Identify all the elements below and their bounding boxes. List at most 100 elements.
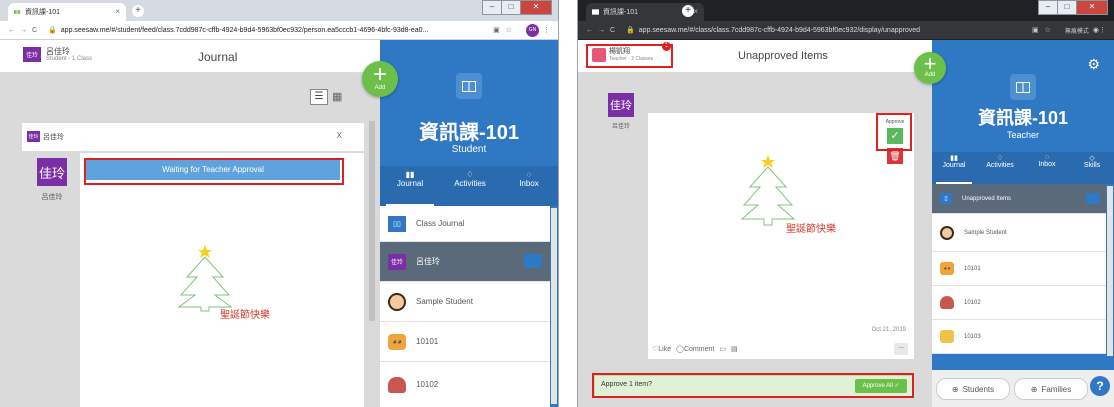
user-role: Student - 1 Class	[46, 56, 93, 62]
sidebar-item-label: Unapproved Items	[962, 195, 1012, 202]
menu-dots-icon[interactable]: ⋮	[543, 26, 550, 34]
tab-skills-label: Skills	[1083, 162, 1101, 169]
highlight-status-box	[84, 158, 344, 185]
add-button[interactable]: + Add	[362, 61, 398, 97]
sidebar-item-10101[interactable]: ◕◕ 10101	[932, 252, 1106, 286]
new-tab-icon[interactable]: +	[682, 5, 694, 17]
student-face-icon	[940, 225, 954, 240]
sidebar-item-sample-student[interactable]: Sample Student	[380, 282, 550, 322]
tab-skills[interactable]: ◇ Skills	[1070, 154, 1114, 169]
sidebar-item-label: 呂佳玲	[416, 257, 440, 266]
post-close-icon[interactable]: X	[337, 131, 342, 140]
post-author-name: 呂佳玲	[43, 134, 64, 141]
post-header: 佳玲 呂佳玲 X	[22, 123, 364, 152]
comment-icon[interactable]: ◯	[676, 345, 684, 353]
url-field[interactable]: 🔒 app.seesaw.me/#/student/feed/class.7cdd…	[48, 26, 493, 34]
tab-close-icon[interactable]: ×	[115, 7, 120, 16]
minimize-icon[interactable]: –	[482, 0, 502, 15]
folder-icon[interactable]	[524, 254, 542, 268]
sidebar-item-10102[interactable]: 10102	[932, 286, 1106, 320]
browser-tab[interactable]: 資訊課-101 ×	[8, 3, 126, 21]
like-button[interactable]: Like	[658, 346, 671, 353]
add-button[interactable]: + Add	[914, 52, 946, 84]
sidebar-item-label: Sample Student	[416, 297, 473, 306]
lightbulb-icon: ♢	[996, 155, 1004, 162]
browser-tabstrip: 資訊課-101 × + – □ ✕	[0, 0, 558, 21]
grid-view-icon[interactable]: ▦	[332, 90, 342, 103]
nav-buttons-icon[interactable]: ←→C	[586, 27, 620, 34]
close-window-icon[interactable]: ✕	[1076, 0, 1108, 15]
tab-inbox-label: Inbox	[1038, 161, 1056, 168]
sidebar-item-class-journal[interactable]: ▯▯ Class Journal	[380, 206, 550, 242]
user-avatar[interactable]: 佳玲	[23, 47, 41, 62]
nav-buttons-icon[interactable]: ←→C	[8, 27, 42, 34]
students-label: Students	[962, 384, 995, 394]
app-header: 楊凱翔 Teacher - 2 Classes 1 Unapproved Ite…	[578, 40, 932, 73]
class-role: Student	[451, 144, 487, 155]
sidebar-item-student-selected[interactable]: 佳玲 呂佳玲	[380, 242, 550, 282]
highlight-approve-all-box	[592, 373, 914, 398]
close-window-icon[interactable]: ✕	[520, 0, 552, 15]
calendar-icon[interactable]: ▤	[731, 345, 738, 353]
octopus-icon	[388, 376, 406, 393]
feed-scrollbar[interactable]	[369, 121, 375, 321]
post-card[interactable]: 聖誕節快樂 Oct 21, 2019 ♡ Like ◯ Comment ▭ ▤ ..…	[648, 113, 914, 359]
post-author-avatar: 佳玲	[27, 131, 40, 142]
tab-journal[interactable]: ▮▮ Journal	[380, 170, 440, 188]
students-button[interactable]: ⊕ Students	[936, 378, 1010, 400]
post-card[interactable]: Waiting for Teacher Approval 聖誕節快樂	[80, 153, 364, 407]
incognito-icon[interactable]: ◉⋮	[1093, 26, 1106, 34]
share-icon[interactable]: ▭	[719, 345, 726, 353]
page-title: Unapproved Items	[738, 50, 828, 62]
journal-tab-icon: ▮▮	[405, 170, 415, 179]
tab-journal[interactable]: ▮▮ Journal	[932, 154, 976, 169]
help-button[interactable]: ?	[1090, 376, 1110, 396]
tab-close-icon[interactable]: ×	[693, 7, 698, 16]
toolbar-right-icons[interactable]: ▣☆	[493, 26, 518, 34]
sidebar-item-10103[interactable]: 10103	[932, 320, 1106, 354]
unapproved-icon: ▯	[940, 193, 952, 204]
url-text: app.seesaw.me/#/class/class.7cdd987c-cff…	[638, 27, 921, 34]
maximize-icon[interactable]: □	[501, 0, 521, 15]
more-options-icon[interactable]: ...	[894, 343, 908, 355]
profile-badge[interactable]: GN	[526, 23, 539, 37]
sidebar-item-sample-student[interactable]: Sample Student	[932, 214, 1106, 252]
seesaw-favicon-icon	[592, 9, 599, 15]
octopus-icon	[940, 296, 954, 309]
tiger-icon: ◕◕	[388, 333, 406, 350]
tab-activities[interactable]: ♢ Activities	[976, 154, 1024, 169]
sidebar-item-10101[interactable]: ◕◕ 10101	[380, 322, 550, 362]
tab-inbox[interactable]: ◌ Inbox	[1024, 154, 1070, 168]
sidebar-scrollbar[interactable]	[1107, 186, 1113, 356]
maximize-icon[interactable]: □	[1057, 0, 1077, 15]
seesaw-favicon-icon	[14, 10, 21, 14]
url-field[interactable]: 🔒 app.seesaw.me/#/class/class.7cdd987c-cf…	[626, 26, 1032, 34]
plus-icon: +	[923, 51, 937, 76]
new-tab-icon[interactable]: +	[132, 5, 144, 17]
list-view-icon[interactable]: ☰	[310, 89, 328, 105]
page-title: Journal	[198, 50, 238, 64]
cat-icon	[940, 330, 954, 343]
sidebar-item-unapproved[interactable]: ▯ Unapproved Items	[932, 184, 1106, 214]
minimize-icon[interactable]: –	[1038, 0, 1058, 15]
drawing-greeting-text: 聖誕節快樂	[220, 310, 270, 321]
post-author-name: 呂佳玲	[611, 124, 630, 130]
window-controls: – □ ✕	[1038, 0, 1108, 15]
sidebar-item-label: 10103	[964, 333, 981, 340]
settings-wrench-icon[interactable]: ⚙	[1087, 56, 1100, 73]
comment-button[interactable]: Comment	[684, 346, 714, 353]
folder-icon[interactable]	[1086, 193, 1100, 204]
app-header: 佳玲 呂佳玲 Student - 1 Class Journal	[0, 40, 380, 73]
class-book-icon	[1016, 81, 1030, 93]
tab-activities[interactable]: ♢ Activities	[440, 170, 500, 188]
tab-inbox[interactable]: ◌ Inbox	[500, 170, 558, 188]
class-icon	[456, 73, 482, 99]
sidebar-item-label: 10101	[964, 265, 981, 272]
chat-bubble-icon: ◌	[1044, 154, 1050, 161]
sidebar-item-label: Sample Student	[964, 229, 1007, 236]
plus-icon: +	[372, 61, 387, 88]
toolbar-right-icons[interactable]: ▣☆	[1032, 26, 1057, 34]
sidebar-scrollbar[interactable]	[551, 208, 557, 404]
sidebar-item-10102[interactable]: 10102	[380, 362, 550, 407]
families-button[interactable]: ⊕ Families	[1014, 378, 1088, 400]
